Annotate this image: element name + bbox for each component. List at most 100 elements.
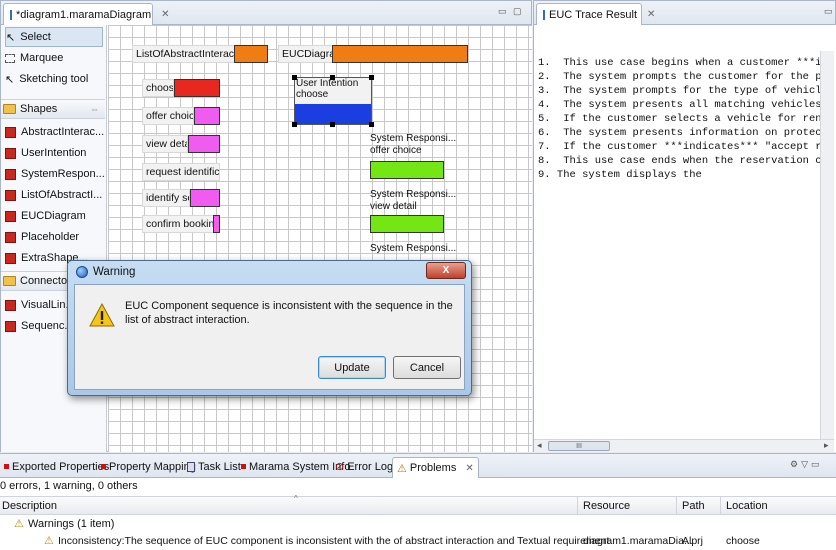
list-of-abstract-interaction-header[interactable]: ListOfAbstractInteraction bbox=[132, 45, 236, 63]
selection-handle[interactable] bbox=[292, 75, 297, 80]
palette-shape-item[interactable]: SystemRespon... bbox=[5, 164, 105, 184]
interaction-node[interactable]: offer choice bbox=[142, 107, 194, 125]
user-intention-label: choose bbox=[296, 89, 329, 100]
pointer-icon: ↖ bbox=[5, 73, 15, 86]
palette-shape-item[interactable]: AbstractInterac... bbox=[5, 122, 104, 142]
column-path[interactable]: Path bbox=[682, 500, 705, 512]
tab-problems[interactable]: ⚠ Problems ✕ bbox=[392, 457, 479, 478]
trace-tab-title: EUC Trace Result bbox=[549, 8, 638, 21]
system-response-node[interactable]: System Responsi... view detail bbox=[370, 189, 456, 237]
problem-path: Alprj bbox=[682, 535, 704, 547]
palette-shape-item[interactable]: UserIntention bbox=[5, 143, 86, 163]
interaction-node[interactable]: view detail bbox=[142, 135, 188, 153]
close-icon: X bbox=[442, 265, 450, 276]
trace-line: 1. This use case begins when a customer … bbox=[538, 57, 835, 69]
palette-connector-item[interactable]: Sequenc... bbox=[5, 316, 74, 336]
shape-icon bbox=[5, 147, 16, 159]
selection-handle[interactable] bbox=[292, 122, 297, 127]
palette-shape-item[interactable]: ListOfAbstractI... bbox=[5, 185, 102, 205]
tab-property-mapping[interactable]: Property Mapping bbox=[101, 457, 196, 476]
sort-indicator-icon: ^ bbox=[294, 494, 298, 503]
task-list-icon bbox=[187, 461, 195, 472]
mapping-icon bbox=[101, 464, 106, 469]
dialog-close-button[interactable]: X bbox=[426, 262, 466, 279]
collapse-icon[interactable]: ⇔ bbox=[90, 104, 99, 114]
palette-marquee-tool[interactable]: Marquee bbox=[5, 48, 63, 68]
warning-icon: ⚠ bbox=[44, 535, 54, 547]
palette-shape-item[interactable]: EUCDiagram bbox=[5, 206, 86, 226]
trace-tab[interactable]: EUC Trace Result ✕ bbox=[536, 3, 655, 25]
marquee-icon bbox=[5, 53, 15, 63]
column-divider bbox=[676, 497, 677, 515]
bottom-panel: Exported Properties Property Mapping Tas… bbox=[0, 453, 836, 550]
user-intention-node[interactable]: User Intention choose bbox=[292, 75, 374, 127]
update-button[interactable]: Update bbox=[318, 356, 386, 379]
system-response-node[interactable]: System Responsi... bbox=[370, 243, 456, 259]
magenta-block[interactable] bbox=[194, 107, 220, 125]
trace-line: 4. The system presents all matching vehi… bbox=[538, 99, 835, 111]
selection-handle[interactable] bbox=[330, 122, 335, 127]
close-icon[interactable]: ✕ bbox=[161, 9, 169, 20]
shape-icon bbox=[5, 252, 16, 264]
selection-handle[interactable] bbox=[330, 75, 335, 80]
palette-sketching-tool[interactable]: ↖ Sketching tool bbox=[5, 69, 88, 89]
tab-error-log[interactable]: ⊘ Error Log bbox=[335, 457, 393, 476]
column-location[interactable]: Location bbox=[726, 500, 768, 512]
magenta-block[interactable] bbox=[213, 215, 220, 233]
palette-connector-item[interactable]: VisualLin... bbox=[5, 295, 75, 315]
palette-group-shapes[interactable]: Shapes ⇔ bbox=[1, 99, 105, 119]
arrow-cursor-icon: ↖ bbox=[6, 31, 16, 44]
euc-diagram-header[interactable]: EUCDiagram bbox=[278, 45, 334, 63]
shape-icon bbox=[5, 168, 16, 180]
tab-exported-properties[interactable]: Exported Properties bbox=[4, 457, 109, 476]
shape-icon bbox=[5, 231, 16, 243]
warnings-group-row[interactable]: ⚠ Warnings (1 item) bbox=[0, 516, 836, 533]
magenta-block[interactable] bbox=[188, 135, 220, 153]
scroll-thumb[interactable]: III bbox=[548, 441, 610, 451]
selection-handle[interactable] bbox=[369, 75, 374, 80]
warning-icon bbox=[89, 303, 115, 327]
close-icon[interactable]: ✕ bbox=[647, 9, 655, 20]
view-icon bbox=[543, 9, 545, 20]
interaction-node[interactable]: identify self bbox=[142, 189, 190, 207]
column-resource[interactable]: Resource bbox=[583, 500, 630, 512]
info-icon bbox=[241, 464, 246, 469]
warning-dialog: Warning X EUC Component sequence is inco… bbox=[67, 260, 472, 396]
folder-icon bbox=[3, 276, 16, 286]
scroll-right-icon[interactable]: ▸ bbox=[824, 440, 829, 451]
selection-handle[interactable] bbox=[369, 122, 374, 127]
palette-select-tool[interactable]: ↖ Select bbox=[5, 27, 103, 47]
vertical-scrollbar[interactable] bbox=[820, 51, 834, 439]
euc-orange-block[interactable] bbox=[332, 45, 468, 63]
dialog-content: EUC Component sequence is inconsistent w… bbox=[74, 284, 465, 390]
tab-task-list[interactable]: Task List bbox=[187, 457, 241, 476]
system-response-node[interactable]: System Responsi... offer choice bbox=[370, 133, 456, 181]
folder-icon bbox=[3, 104, 16, 114]
problems-icon: ⚠ bbox=[397, 462, 407, 475]
interaction-node[interactable]: choose bbox=[142, 79, 174, 97]
view-menu-icon[interactable]: ⚙▽▭ bbox=[790, 459, 823, 470]
editor-tab[interactable]: *diagram1.maramaDiagram ✕ bbox=[3, 3, 170, 25]
window-controls-icon[interactable]: ▭ ▢ bbox=[498, 6, 524, 17]
shape-icon bbox=[5, 126, 16, 138]
scroll-left-icon[interactable]: ◂ bbox=[537, 440, 542, 451]
trace-line: 7. If the customer ***indicates*** "acce… bbox=[538, 141, 835, 153]
connector-icon bbox=[5, 320, 16, 332]
interaction-node[interactable]: confirm booking bbox=[142, 215, 214, 233]
shape-icon bbox=[5, 210, 16, 222]
close-icon[interactable]: ✕ bbox=[465, 463, 473, 474]
magenta-block[interactable] bbox=[190, 189, 220, 207]
table-row[interactable]: ⚠ Inconsistency:The sequence of EUC comp… bbox=[0, 533, 836, 550]
red-block[interactable] bbox=[174, 79, 220, 97]
palette-shape-item[interactable]: Placeholder bbox=[5, 227, 79, 247]
minimize-icon[interactable]: ▭ bbox=[824, 6, 835, 17]
orange-block[interactable] bbox=[234, 45, 268, 63]
blue-block bbox=[295, 104, 371, 124]
cancel-button[interactable]: Cancel bbox=[393, 356, 461, 379]
trace-text-area[interactable]: 1. This use case begins when a customer … bbox=[534, 25, 836, 452]
column-description[interactable]: Description bbox=[2, 500, 57, 512]
problem-description: Inconsistency:The sequence of EUC compon… bbox=[58, 535, 610, 547]
interaction-node[interactable]: request identific... bbox=[142, 163, 220, 181]
green-block bbox=[370, 215, 444, 233]
horizontal-scrollbar[interactable]: ◂ III ▸ bbox=[534, 439, 834, 452]
